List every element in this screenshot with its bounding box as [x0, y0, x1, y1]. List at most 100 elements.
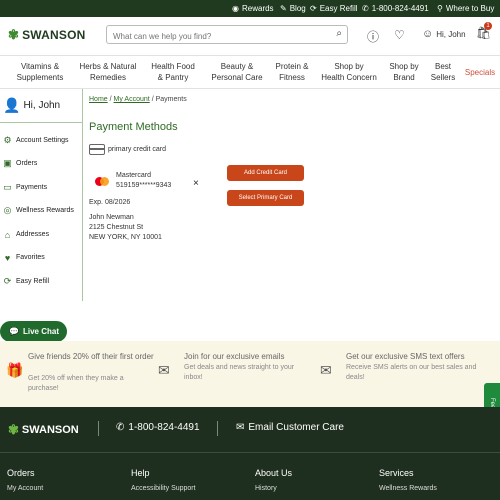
nav-specials[interactable]: Specials — [463, 67, 497, 78]
rewards-icon: ◎ — [3, 205, 12, 215]
footer-phone-label: 1-800-824-4491 — [128, 422, 200, 433]
nav-herbs[interactable]: Herbs & Natural Remedies — [78, 61, 138, 83]
phone-icon: ✆ — [362, 3, 369, 13]
blog-link[interactable]: ✎ Blog — [280, 4, 306, 13]
sidebar-greeting-text: Hi, John — [23, 100, 61, 111]
site-footer: ✾ SWANSON ✆ 1-800-824-4491 ✉ Email Custo… — [0, 407, 500, 500]
easy-refill-link[interactable]: ⟳ Easy Refill — [310, 4, 358, 13]
nav-vitamins-line1: Vitamins & — [20, 62, 60, 71]
account-greeting: Hi, John — [436, 29, 466, 39]
envelope-icon: ✉ — [236, 422, 245, 433]
gift-icon: 🎁 — [6, 362, 24, 378]
site-header: ✾ SWANSON ⌕ ⓘ ♡ ☺ Hi, John 🛍 1 — [0, 17, 500, 55]
nav-herbs-line1: Herbs & Natural — [79, 62, 137, 71]
footer-col-heading-orders: Orders — [7, 468, 35, 478]
sidebar-item-wellness-rewards[interactable]: ◎ Wellness Rewards — [2, 205, 74, 216]
breadcrumb: Home / My Account / Payments — [89, 96, 187, 103]
box-icon: ▣ — [3, 158, 12, 168]
nav-specials-label: Specials — [464, 68, 496, 77]
add-credit-card-button[interactable]: Add Credit Card — [227, 165, 304, 181]
promo-heading: Join for our exclusive emails — [184, 352, 285, 361]
heart-icon: ♥ — [4, 252, 11, 263]
select-primary-card-button[interactable]: Select Primary Card — [227, 190, 304, 206]
footer-email-link[interactable]: ✉ Email Customer Care — [236, 422, 344, 433]
nav-herbs-line2: Remedies — [89, 73, 126, 82]
breadcrumb-home[interactable]: Home — [89, 96, 108, 103]
envelope-icon: ✉ — [158, 362, 170, 378]
primary-card-text: primary credit card — [108, 146, 166, 153]
promo-band: 🎁 Give friends 20% off their first order… — [0, 341, 500, 407]
search-input[interactable] — [107, 28, 317, 45]
where-to-buy-link[interactable]: ⚲ Where to Buy — [437, 4, 494, 13]
swanson-logo[interactable]: ✾ SWANSON — [8, 27, 86, 43]
nav-protein-line2: Fitness — [279, 73, 305, 82]
credit-card-icon — [89, 144, 105, 155]
nav-best-sellers-line2: Sellers — [430, 73, 456, 82]
footer-col-heading-services: Services — [379, 468, 414, 478]
sidebar-item-favorites[interactable]: ♥ Favorites — [2, 252, 45, 263]
footer-divider — [217, 421, 218, 436]
live-chat-button[interactable]: 💬 Live Chat — [0, 321, 67, 342]
main-nav: Vitamins & Supplements Herbs & Natural R… — [0, 55, 500, 89]
sidebar-item-orders[interactable]: ▣ Orders — [2, 158, 37, 169]
sidebar-item-label: Wellness Rewards — [16, 207, 74, 214]
user-icon: 👤 — [3, 97, 21, 113]
search-icon[interactable]: ⌕ — [336, 28, 342, 39]
search-box: ⌕ — [106, 25, 348, 45]
footer-link-accessibility[interactable]: Accessibility Support — [131, 485, 196, 492]
nav-vitamins[interactable]: Vitamins & Supplements — [14, 61, 66, 83]
footer-link-wellness-rewards[interactable]: Wellness Rewards — [379, 485, 437, 492]
sidebar-item-label: Favorites — [16, 254, 45, 261]
nav-health-concern[interactable]: Shop by Health Concern — [320, 61, 378, 83]
footer-divider — [0, 452, 500, 453]
footer-logo[interactable]: ✾ SWANSON — [8, 422, 79, 438]
breadcrumb-my-account[interactable]: My Account — [114, 96, 150, 103]
nav-beauty[interactable]: Beauty & Personal Care — [208, 61, 266, 83]
footer-divider — [98, 421, 99, 436]
nav-health-food-line1: Health Food — [151, 62, 195, 71]
rewards-icon: ◉ — [232, 3, 239, 13]
remove-card-button[interactable]: × — [193, 178, 199, 189]
footer-email-label: Email Customer Care — [248, 422, 344, 433]
phone-link[interactable]: ✆ 1-800-824-4491 — [362, 4, 429, 13]
footer-link-history[interactable]: History — [255, 485, 277, 492]
breadcrumb-separator: / — [151, 96, 154, 103]
billing-city: NEW YORK, NY 10001 — [89, 234, 162, 241]
where-to-buy-label: Where to Buy — [445, 4, 495, 13]
nav-protein[interactable]: Protein & Fitness — [272, 61, 312, 83]
nav-brand-line2: Brand — [393, 73, 415, 82]
sidebar-item-account-settings[interactable]: ⚙ Account Settings — [2, 135, 69, 146]
help-icon[interactable]: ⓘ — [367, 28, 379, 45]
pencil-icon: ✎ — [280, 3, 287, 13]
sidebar-item-label: Account Settings — [16, 137, 69, 144]
nav-health-food[interactable]: Health Food & Pantry — [150, 61, 196, 83]
nav-brand[interactable]: Shop by Brand — [386, 61, 422, 83]
sidebar-item-addresses[interactable]: ⌂ Addresses — [2, 229, 49, 240]
cart-count-badge: 1 — [484, 22, 492, 30]
rewards-link[interactable]: ◉ Rewards — [232, 4, 274, 13]
logo-leaf-icon: ✾ — [8, 422, 19, 437]
cart-button[interactable]: 🛍 1 — [476, 22, 492, 40]
location-pin-icon: ⚲ — [437, 3, 443, 13]
footer-col-heading-about: About Us — [255, 468, 293, 478]
favorites-heart-icon[interactable]: ♡ — [394, 28, 405, 42]
promo-heading: Give friends 20% off their first order — [28, 352, 154, 361]
utility-bar: ◉ Rewards ✎ Blog ⟳ Easy Refill ✆ 1-800-8… — [0, 0, 500, 17]
nav-best-sellers-line1: Best — [434, 62, 451, 71]
promo-text: Get 20% off when they make a purchase! — [28, 375, 124, 392]
logo-text: SWANSON — [22, 28, 86, 42]
promo-heading: Get our exclusive SMS text offers — [346, 352, 465, 361]
breadcrumb-current: Payments — [155, 96, 187, 103]
nav-brand-line1: Shop by — [389, 62, 419, 71]
account-menu[interactable]: ☺ Hi, John — [422, 28, 466, 40]
billing-street: 2125 Chestnut St — [89, 224, 144, 231]
phone-label: 1-800-824-4491 — [371, 4, 429, 13]
phone-icon: ✆ — [116, 422, 125, 433]
nav-best-sellers[interactable]: Best Sellers — [428, 61, 458, 83]
footer-link-my-account[interactable]: My Account — [7, 485, 43, 492]
sidebar-item-label: Payments — [16, 184, 48, 191]
sidebar-item-payments[interactable]: ▭ Payments — [2, 182, 47, 193]
sidebar-item-easy-refill[interactable]: ⟳ Easy Refill — [2, 276, 49, 287]
footer-phone-link[interactable]: ✆ 1-800-824-4491 — [116, 422, 200, 433]
nav-health-food-line2: & Pantry — [157, 73, 189, 82]
